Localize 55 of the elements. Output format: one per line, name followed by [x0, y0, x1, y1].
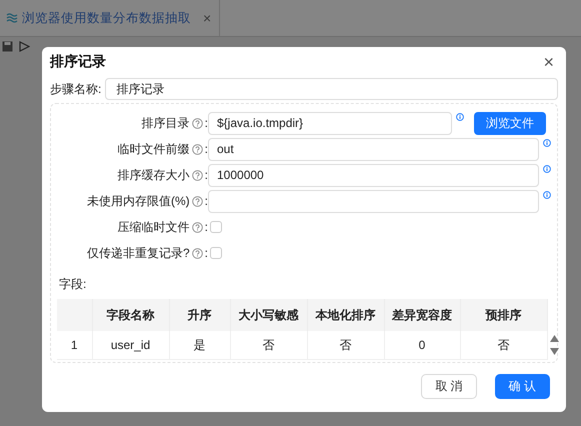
info-icon[interactable]	[543, 190, 551, 198]
help-icon[interactable]	[192, 248, 203, 258]
colon: :	[204, 194, 208, 208]
field-label: 排序缓存大小	[118, 166, 190, 184]
colon: :	[204, 142, 208, 156]
table-cell: 0	[384, 331, 460, 360]
field-label: 临时文件前缀	[118, 140, 190, 158]
help-icon[interactable]	[192, 222, 203, 232]
column-header: 本地化排序	[307, 299, 384, 331]
row-number: 1	[57, 331, 92, 360]
table-cell: user_id	[92, 331, 169, 360]
column-header: 升序	[169, 299, 230, 331]
column-header: 大小写敏感	[230, 299, 307, 331]
section-label: 字段:	[59, 276, 88, 293]
colon: :	[204, 168, 208, 182]
table-cell: 否	[307, 331, 384, 360]
input-field[interactable]	[208, 190, 539, 212]
checkbox[interactable]	[210, 221, 222, 233]
dialog-title: 排序记录	[50, 53, 106, 71]
scroll-down-icon[interactable]	[550, 348, 558, 354]
table-cell: 否	[230, 331, 307, 360]
help-icon[interactable]	[192, 170, 203, 180]
close-icon[interactable]: ×	[539, 52, 558, 72]
column-header: 预排序	[460, 299, 547, 331]
input-field[interactable]: ${java.io.tmpdir}	[208, 112, 452, 134]
scroll-up-icon[interactable]	[550, 334, 558, 342]
field-label: 压缩临时文件	[118, 218, 190, 236]
help-icon[interactable]	[192, 144, 203, 154]
save-icon[interactable]	[2, 41, 13, 52]
colon: :	[204, 220, 208, 234]
field-label: 仅传递非重复记录?	[86, 244, 190, 262]
table-cell: 是	[169, 331, 230, 360]
table-cell: 否	[460, 331, 547, 360]
column-header: 差异宽容度	[384, 299, 460, 331]
checkbox[interactable]	[210, 247, 222, 259]
info-icon[interactable]	[543, 138, 551, 146]
browse-button[interactable]: 浏览文件	[474, 112, 546, 134]
tab-title: 浏览器使用数量分布数据抽取	[22, 10, 191, 26]
play-icon[interactable]	[19, 41, 30, 52]
field-label: 步骤名称:	[50, 80, 102, 98]
confirm-button[interactable]: 确 认	[494, 374, 550, 399]
cancel-button[interactable]: 取 消	[421, 374, 477, 399]
waves-icon	[6, 13, 18, 23]
colon: :	[204, 116, 208, 130]
colon: :	[204, 246, 208, 260]
field-label: 排序目录	[142, 114, 190, 132]
help-icon[interactable]	[192, 196, 203, 206]
input-field[interactable]: out	[208, 138, 539, 160]
input-field[interactable]: 排序记录	[105, 78, 558, 100]
input-field[interactable]: 1000000	[208, 164, 539, 186]
help-icon[interactable]	[192, 118, 203, 128]
info-icon[interactable]	[456, 112, 464, 120]
info-icon[interactable]	[543, 164, 551, 172]
field-label: 未使用内存限值(%)	[86, 192, 190, 210]
column-header: 字段名称	[92, 299, 169, 331]
